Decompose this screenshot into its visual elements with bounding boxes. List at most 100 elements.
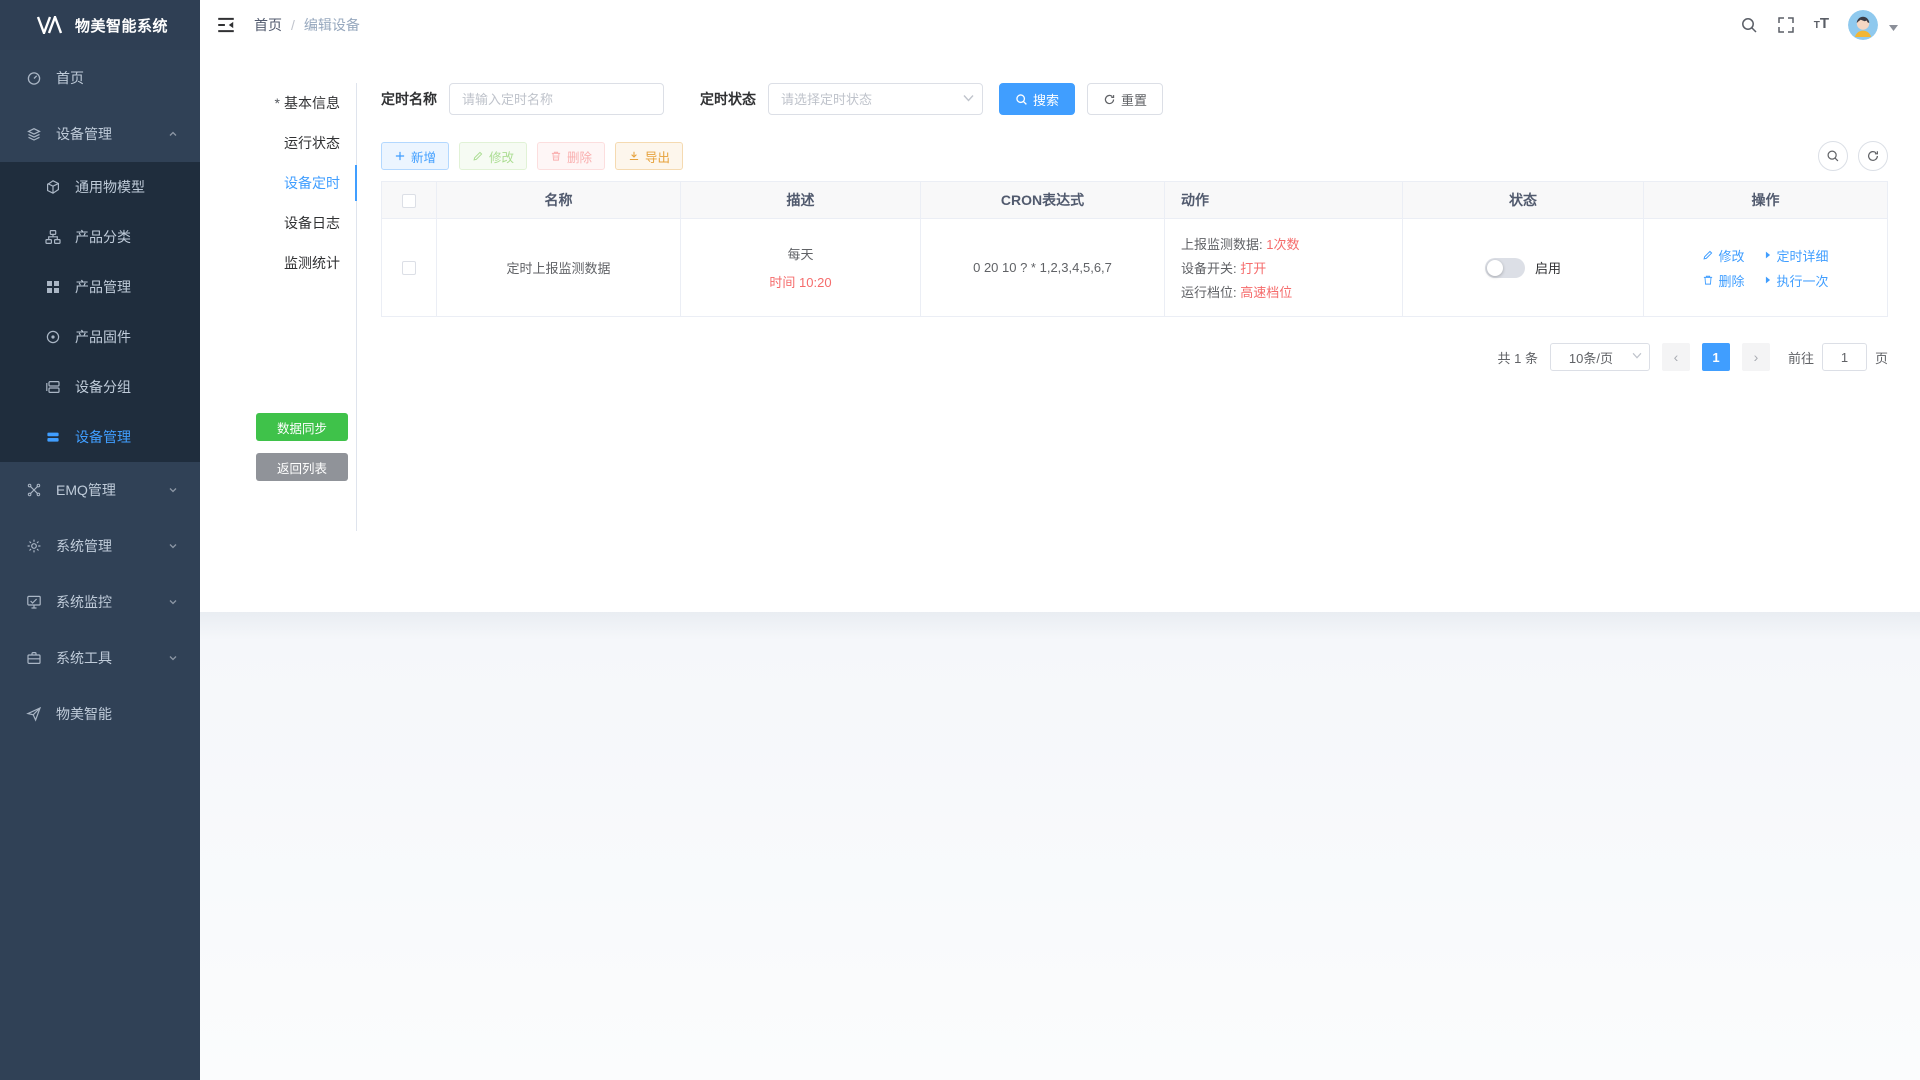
plus-icon	[394, 150, 406, 162]
edit-button[interactable]: 修改	[459, 142, 527, 170]
device-group-icon	[45, 379, 61, 395]
avatar[interactable]	[1848, 10, 1878, 40]
show-search-button[interactable]	[1818, 141, 1848, 171]
row-checkbox[interactable]	[402, 261, 416, 275]
refresh-button[interactable]	[1858, 141, 1888, 171]
op-edit-link[interactable]: 修改	[1702, 246, 1744, 265]
status-toggle[interactable]	[1485, 258, 1525, 278]
search-button-label: 搜索	[1033, 90, 1059, 109]
timer-name-label: 定时名称	[381, 89, 437, 109]
search-button[interactable]: 搜索	[999, 83, 1075, 115]
sidebar-item-label: 首页	[56, 68, 84, 88]
caret-down-icon[interactable]	[1889, 25, 1898, 31]
tab-device-timer[interactable]: 设备定时	[256, 163, 356, 203]
header-description: 描述	[681, 182, 921, 219]
tab-monitor-statistics[interactable]: 监测统计	[256, 243, 356, 283]
sidebar-item-product-category[interactable]: 产品分类	[0, 212, 200, 262]
timer-table: 名称 描述 CRON表达式 动作 状态 操作 定时上报监测数据 每天	[381, 181, 1888, 317]
sidebar-item-label: 产品固件	[75, 327, 131, 347]
layers-icon	[26, 126, 42, 142]
action-line: 上报监测数据: 1次数	[1181, 234, 1394, 253]
op-delete-link[interactable]: 删除	[1702, 271, 1744, 290]
search-icon[interactable]	[1740, 16, 1758, 34]
add-button[interactable]: 新增	[381, 142, 449, 170]
sidebar-fold-icon[interactable]	[216, 15, 236, 35]
sidebar-item-label: 产品管理	[75, 277, 131, 297]
cell-actions: 上报监测数据: 1次数 设备开关: 打开 运行档位: 高速档位	[1165, 219, 1403, 317]
trash-icon	[550, 150, 562, 162]
chevron-down-icon	[168, 541, 178, 551]
sidebar-item-label: 系统工具	[56, 648, 112, 668]
tab-running-status[interactable]: 运行状态	[256, 123, 356, 163]
sidebar-item-product-management[interactable]: 产品管理	[0, 262, 200, 312]
sidebar-item-label: 设备管理	[56, 124, 112, 144]
sidebar: 物美智能系统 首页 设备管理 通用物模型 产品分类 产品管理	[0, 0, 200, 1080]
sidebar-item-system-monitor[interactable]: 系统监控	[0, 574, 200, 630]
goto-suffix: 页	[1875, 348, 1888, 367]
reset-button[interactable]: 重置	[1087, 83, 1163, 115]
timer-name-input[interactable]	[449, 83, 664, 115]
page-background	[200, 612, 1920, 1080]
sidebar-item-label: 物美智能	[56, 704, 112, 724]
page-size-select-input[interactable]	[1550, 343, 1650, 371]
timer-status-select[interactable]	[768, 83, 983, 115]
topbar: 首页 / 编辑设备 TT	[200, 0, 1920, 50]
tab-device-log[interactable]: 设备日志	[256, 203, 356, 243]
desc-time: 时间 10:20	[681, 272, 920, 291]
table-row: 定时上报监测数据 每天 时间 10:20 0 20 10 ? * 1,2,3,4…	[382, 219, 1888, 317]
font-size-icon[interactable]: TT	[1814, 15, 1829, 35]
breadcrumb-current: 编辑设备	[304, 15, 360, 35]
grid-icon	[45, 279, 61, 295]
export-button[interactable]: 导出	[615, 142, 683, 170]
search-icon	[1015, 93, 1028, 106]
sidebar-item-system-tools[interactable]: 系统工具	[0, 630, 200, 686]
sidebar-item-home[interactable]: 首页	[0, 50, 200, 106]
export-button-label: 导出	[645, 147, 670, 166]
back-to-list-button[interactable]: 返回列表	[256, 453, 348, 481]
prev-page-button[interactable]: ‹	[1662, 343, 1690, 371]
current-page-button[interactable]: 1	[1702, 343, 1730, 371]
table-toolbar: 新增 修改 删除 导出	[381, 141, 1888, 171]
goto-page-input[interactable]	[1822, 343, 1867, 371]
sidebar-item-device-management[interactable]: 设备管理	[0, 106, 200, 162]
sidebar-item-label: EMQ管理	[56, 480, 116, 500]
fullscreen-icon[interactable]	[1777, 16, 1795, 34]
action-value: 1次数	[1266, 237, 1299, 252]
delete-button[interactable]: 删除	[537, 142, 605, 170]
next-page-button[interactable]: ›	[1742, 343, 1770, 371]
sidebar-item-wumei-smart[interactable]: 物美智能	[0, 686, 200, 742]
tab-label: 设备定时	[284, 173, 340, 193]
status-label: 启用	[1535, 258, 1561, 277]
tab-label: 设备日志	[284, 213, 340, 233]
send-icon	[26, 706, 42, 722]
op-run-once-link[interactable]: 执行一次	[1763, 271, 1829, 290]
sidebar-item-device-group[interactable]: 设备分组	[0, 362, 200, 412]
timer-pane: 定时名称 定时状态 搜索 重置 新增	[357, 83, 1888, 371]
op-label: 删除	[1718, 271, 1744, 290]
page-size-select[interactable]	[1550, 343, 1650, 371]
sidebar-item-system-management[interactable]: 系统管理	[0, 518, 200, 574]
tab-label: 基本信息	[284, 93, 340, 113]
data-sync-button[interactable]: 数据同步	[256, 413, 348, 441]
sidebar-submenu-device: 通用物模型 产品分类 产品管理 产品固件 设备分组 设备管理	[0, 162, 200, 462]
header-action: 动作	[1165, 182, 1403, 219]
sidebar-item-emq-management[interactable]: EMQ管理	[0, 462, 200, 518]
trash-icon	[1702, 274, 1714, 286]
sitemap-icon	[45, 229, 61, 245]
breadcrumb-home[interactable]: 首页	[254, 15, 282, 35]
cell-cron: 0 20 10 ? * 1,2,3,4,5,6,7	[921, 219, 1165, 317]
select-all-checkbox[interactable]	[402, 194, 416, 208]
sidebar-item-label: 产品分类	[75, 227, 131, 247]
op-timer-detail-link[interactable]: 定时详细	[1763, 246, 1829, 265]
required-mark: *	[275, 95, 280, 111]
cell-name: 定时上报监测数据	[437, 219, 681, 317]
sidebar-item-thing-model[interactable]: 通用物模型	[0, 162, 200, 212]
timer-status-select-input[interactable]	[768, 83, 983, 115]
cell-status: 启用	[1403, 219, 1644, 317]
tab-basic-info[interactable]: * 基本信息	[256, 83, 356, 123]
header-status: 状态	[1403, 182, 1644, 219]
sidebar-item-device-management-active[interactable]: 设备管理	[0, 412, 200, 462]
op-label: 执行一次	[1777, 271, 1829, 290]
sidebar-item-product-firmware[interactable]: 产品固件	[0, 312, 200, 362]
tab-label: 运行状态	[284, 133, 340, 153]
